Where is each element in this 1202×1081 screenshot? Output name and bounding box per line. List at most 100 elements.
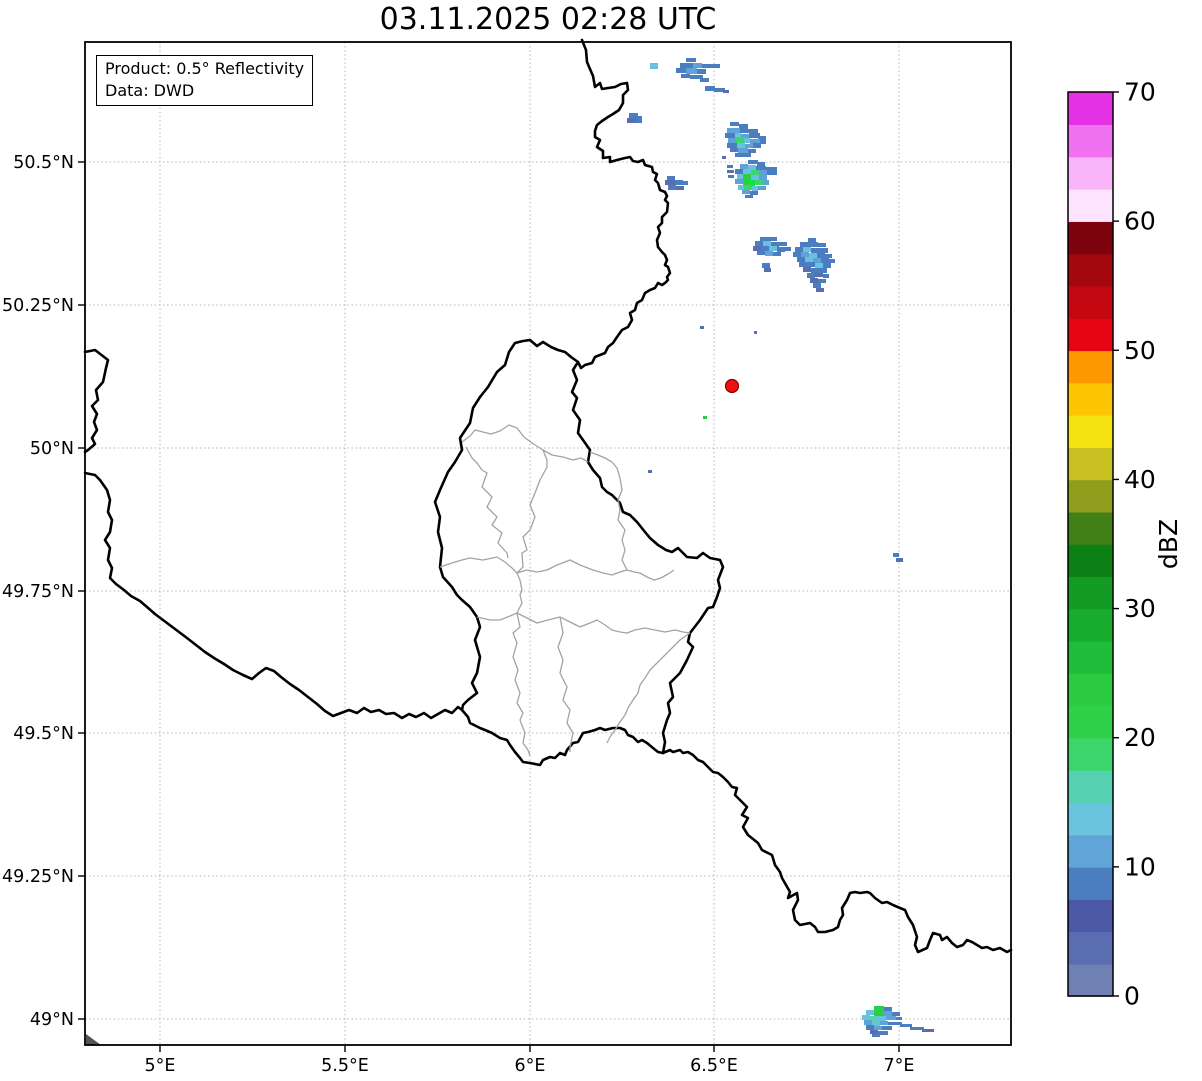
echo-cell xyxy=(705,86,715,91)
echo-cell xyxy=(735,153,745,157)
colorbar-axis-label: dBZ xyxy=(1154,519,1183,569)
echo-cell xyxy=(755,241,763,246)
colorbar-tick-label: 30 xyxy=(1124,594,1156,623)
echo-cell xyxy=(737,174,743,179)
echo-cell xyxy=(874,1026,882,1030)
echo-cell xyxy=(745,144,753,148)
echo-cell xyxy=(742,190,750,194)
echo-cell xyxy=(805,257,813,262)
echo-cell xyxy=(748,149,756,153)
echo-cell xyxy=(803,247,811,252)
colorbar-segment xyxy=(1068,802,1113,836)
echo-cell xyxy=(815,263,823,268)
echo-cell xyxy=(750,191,758,195)
echo-cell xyxy=(668,185,676,190)
echo-cell xyxy=(807,262,815,267)
echo-cell xyxy=(743,180,749,185)
colorbar-segment xyxy=(1068,511,1113,545)
echo-cell xyxy=(743,174,751,180)
echo-cell xyxy=(723,90,729,93)
echo-cell xyxy=(757,251,765,255)
echo-cell xyxy=(762,263,770,268)
echo-cell xyxy=(910,1027,924,1030)
canton-border xyxy=(465,446,509,559)
border-givet-salient xyxy=(83,348,110,454)
echo-cell xyxy=(735,169,743,174)
colorbar-segment xyxy=(1068,737,1113,771)
echo-cell xyxy=(686,58,696,62)
echo-cell xyxy=(864,1020,872,1025)
colorbar-segment xyxy=(1068,576,1113,610)
echo-cell xyxy=(757,162,765,166)
product-info-line1: Product: 0.5° Reflectivity xyxy=(105,59,305,78)
echo-cell xyxy=(807,273,815,278)
echo-cell xyxy=(817,253,825,258)
echo-cell xyxy=(872,1034,880,1037)
canton-border xyxy=(476,612,691,634)
lat-tick-label: 49.5°N xyxy=(13,724,74,744)
echo-cell xyxy=(768,237,777,241)
radar-plot-page: 5°E 5.5°E 6°E 6.5°E 7°E 50.5°N 50.25°N 50°N 49.7… xyxy=(0,0,1202,1081)
echo-cell xyxy=(870,1030,878,1034)
colorbar-segment xyxy=(1068,544,1113,578)
echo-cell xyxy=(811,268,819,273)
echo-cell xyxy=(739,124,748,128)
lon-tick-label: 5°E xyxy=(145,1056,176,1076)
canton-border xyxy=(512,449,548,757)
colorbar-segment xyxy=(1068,253,1113,287)
echo-cell xyxy=(676,186,684,190)
location-marker xyxy=(724,378,740,394)
echo-cell xyxy=(819,268,827,273)
echo-cell xyxy=(886,1016,896,1020)
echo-cell xyxy=(800,242,809,247)
echo-cell xyxy=(880,1021,888,1025)
echo-cell xyxy=(866,1025,874,1030)
echo-cell xyxy=(888,1022,902,1025)
echo-cell xyxy=(759,175,767,180)
border-luxembourg xyxy=(433,338,725,767)
colorbar-segment xyxy=(1068,866,1113,900)
echo-cell xyxy=(727,128,740,133)
echo-cell xyxy=(815,273,823,277)
echo-cell xyxy=(763,241,771,246)
echo-cell xyxy=(686,68,697,74)
echo-cell xyxy=(808,238,816,242)
lon-tick-label: 5.5°E xyxy=(321,1056,369,1076)
colorbar-segment xyxy=(1068,673,1113,707)
echo-cell xyxy=(777,247,785,252)
echo-cell xyxy=(751,170,759,175)
echo-cell xyxy=(825,254,832,258)
echo-cell xyxy=(736,137,744,143)
lat-tick-label: 49.25°N xyxy=(2,867,74,887)
colorbar-segment xyxy=(1068,834,1113,868)
echo-cell xyxy=(821,258,829,263)
colorbar-tick-label: 20 xyxy=(1124,723,1156,752)
echo-cell xyxy=(884,1011,892,1016)
map-corner-artifact xyxy=(86,1034,101,1045)
echo-cell xyxy=(816,288,824,292)
echo-cell xyxy=(818,279,826,283)
colorbar-segment xyxy=(1068,156,1113,190)
colorbar-tick-label: 70 xyxy=(1124,78,1156,107)
echo-cell xyxy=(681,74,690,78)
echo-cell xyxy=(730,148,738,152)
canton-border xyxy=(461,424,589,463)
echo-cell xyxy=(878,1016,886,1021)
lon-tick-label: 7°E xyxy=(884,1056,915,1076)
echo-cell xyxy=(900,1024,912,1027)
colorbar-segment xyxy=(1068,931,1113,965)
echo-cell xyxy=(823,263,831,268)
colorbar-segment xyxy=(1068,221,1113,255)
axis-ticks: 5°E 5.5°E 6°E 6.5°E 7°E 50.5°N 50.25°N 50°N 49.7… xyxy=(2,153,914,1076)
colorbar-tick-label: 60 xyxy=(1124,207,1156,236)
lat-tick-label: 49°N xyxy=(30,1010,74,1030)
echo-cell xyxy=(740,128,748,133)
echo-cell xyxy=(748,129,758,133)
echo-cell xyxy=(738,148,748,153)
colorbar-segment xyxy=(1068,479,1113,513)
echo-cell xyxy=(697,69,706,74)
echo-cell xyxy=(728,138,736,143)
colorbar-segment xyxy=(1068,285,1113,319)
echo-cell xyxy=(650,63,658,69)
lat-tick-label: 50.5°N xyxy=(13,153,74,173)
